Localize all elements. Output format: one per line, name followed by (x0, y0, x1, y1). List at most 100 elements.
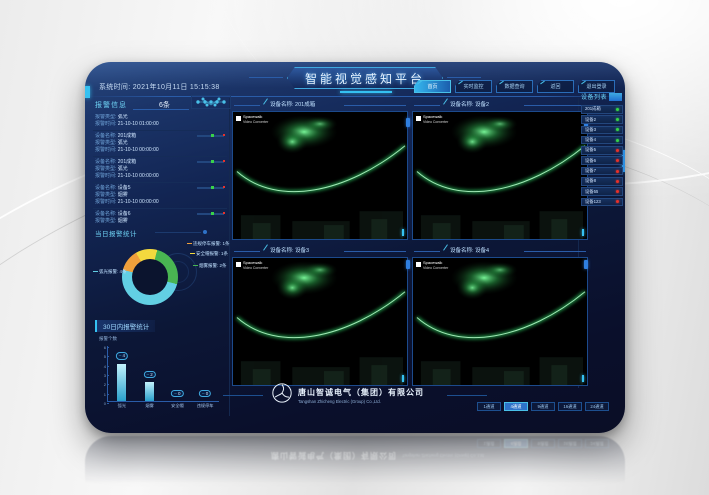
decoration (263, 244, 268, 250)
device-item-201成箱[interactable]: 201成箱 (581, 105, 623, 114)
system-time-label: 系统时间: (99, 84, 130, 91)
device-name: 设备123 (585, 199, 601, 205)
bar-ytick: 4 (98, 364, 106, 369)
channel-button-4通道[interactable]: 4通道 (504, 402, 528, 411)
alarm-slider[interactable] (197, 187, 224, 189)
device-name: 设备6 (585, 158, 596, 164)
alarm-slider[interactable] (197, 213, 224, 215)
alarm-type: 报警类型: 弧光 (95, 114, 225, 121)
donut-label-弧光报警: 弧光报警: 4条 (93, 269, 127, 275)
company-name-cn: 唐山智诚电气（集团）有限公司 (298, 387, 424, 398)
title-decoration (340, 91, 392, 93)
device-list-action-button[interactable] (609, 93, 622, 101)
bar-category: 安全帽 (171, 403, 184, 409)
decoration (447, 395, 487, 396)
title-decoration (249, 77, 283, 78)
channel-button-9通道[interactable]: 9通道 (531, 402, 555, 411)
bar-value: 4 (116, 352, 128, 360)
alarm-card[interactable]: 设备名称: 201成箱报警类型: 弧光报警时间: 21-10-10 01:00:… (93, 114, 227, 131)
video-feed[interactable]: SpacewalkVideo Converter (232, 257, 408, 386)
video-device-name: 设备名称: 201成箱 (270, 100, 315, 108)
alarm-time: 报警时间: 21-10-10 00:00:00 (95, 199, 225, 206)
device-item-设备55[interactable]: 设备55 (581, 187, 623, 196)
today-alarm-donut-chart (122, 249, 178, 305)
alarm-time: 报警时间: 21-10-10 00:00:00 (95, 173, 225, 180)
month-stats-title: 30日内报警统计 (95, 320, 155, 332)
video-tile-header: 设备名称: 201成箱 (232, 98, 408, 111)
alarm-card[interactable]: 设备名称: 设备6报警类型: 烟雾报警时间: 21-10-10 00:00:00 (93, 209, 227, 224)
reflection-company: 唐山智诚电气（集团）有限公司 Tangshan Zhicheng Electri… (271, 450, 485, 461)
bar-category: 烟雾 (145, 403, 153, 409)
device-item-设备5[interactable]: 设备5 (581, 146, 623, 155)
video-tile-header: 设备名称: 设备3 (232, 244, 408, 257)
bar-group-违规停车: 0违规停车 (194, 346, 216, 401)
donut-label-烟雾报警: 烟雾报警: 2条 (193, 263, 227, 269)
device-name: 设备55 (585, 189, 598, 195)
device-item-设备123[interactable]: 设备123 (581, 198, 623, 207)
device-item-设备2[interactable]: 设备2 (581, 115, 623, 124)
decoration (203, 230, 207, 234)
alarm-card[interactable]: 设备名称: 设备5报警类型: 烟雾报警时间: 21-10-10 00:00:00 (93, 183, 227, 209)
today-stats-title: 当日报警统计 (95, 228, 137, 238)
company-footer: 唐山智诚电气（集团）有限公司 Tangshan Zhicheng Electri… (271, 382, 424, 409)
alarm-card[interactable]: 设备名称: 201成箱报警类型: 弧光报警时间: 21-10-10 00:00:… (93, 157, 227, 183)
nav-button-数据查询[interactable]: 数据查询 (496, 80, 533, 93)
channel-button-24通道: 24通道 (585, 439, 609, 448)
device-status-dot (616, 190, 619, 193)
bar-chart-ylabel: 报警个数 (99, 336, 117, 342)
network-nodes-icon (191, 95, 231, 109)
device-item-设备7[interactable]: 设备7 (581, 167, 623, 176)
channel-button-1通道[interactable]: 1通道 (477, 402, 501, 411)
converter-logo-icon (416, 262, 421, 267)
alarm-card[interactable]: 设备名称: 201成箱报警类型: 弧光报警时间: 21-10-10 00:00:… (93, 131, 227, 157)
video-feed[interactable]: SpacewalkVideo Converter (412, 111, 588, 240)
nav-button-实时监控[interactable]: 实时监控 (455, 80, 492, 93)
channel-button-16通道: 16通道 (558, 439, 582, 448)
device-list-title: 设备列表 (581, 92, 607, 101)
device-status-dot (616, 200, 619, 203)
video-feed[interactable]: SpacewalkVideo Converter (232, 111, 408, 240)
video-tile-设备3[interactable]: 设备名称: 设备3 SpacewalkVideo Converter (232, 244, 408, 386)
device-name: 设备8 (585, 178, 596, 184)
bar-ytick: 3 (98, 373, 106, 378)
company-name-en: Tangshan Zhicheng Electric (Group) Co.,L… (298, 399, 424, 404)
desktop-background: { "colors": { "accent_cyan": "#35c1f1", … (0, 0, 709, 495)
corner-accent (402, 229, 405, 236)
device-name: 201成箱 (585, 106, 601, 112)
system-time: 系统时间: 2021年10月11日 15:15:38 (99, 82, 220, 92)
nav-button-首页[interactable]: 首页 (414, 80, 451, 93)
column-divider (229, 98, 230, 416)
video-tile-201成箱[interactable]: 设备名称: 201成箱 SpacewalkVideo Converter (232, 98, 408, 240)
channel-button-4通道: 4通道 (504, 439, 528, 448)
bar-group-烟雾: 2烟雾 (139, 346, 161, 401)
device-item-设备6[interactable]: 设备6 (581, 156, 623, 165)
device-item-设备3[interactable]: 设备3 (581, 126, 623, 135)
bar-ytick: 6 (98, 345, 106, 350)
device-item-设备4[interactable]: 设备4 (581, 136, 623, 145)
alarm-slider[interactable] (197, 161, 224, 163)
alarm-type: 报警类型: 弧光 (95, 140, 225, 147)
reflection-company-cn: 唐山智诚电气（集团）有限公司 (271, 450, 397, 461)
bar-group-安全帽: 0安全帽 (166, 346, 188, 401)
decoration (155, 232, 201, 233)
video-tile-header: 设备名称: 设备2 (412, 98, 588, 111)
device-item-设备8[interactable]: 设备8 (581, 177, 623, 186)
channel-button-24通道[interactable]: 24通道 (585, 402, 609, 411)
donut-label-违规停车报警: 违规停车报警: 1条 (187, 241, 230, 247)
alarm-slider[interactable] (197, 135, 224, 137)
video-feed[interactable]: SpacewalkVideo Converter (412, 257, 588, 386)
frame-connector (584, 260, 588, 269)
video-device-name: 设备名称: 设备3 (270, 246, 309, 254)
video-tile-设备2[interactable]: 设备名称: 设备2 SpacewalkVideo Converter (412, 98, 588, 240)
alarm-type: 报警类型: 弧光 (95, 166, 225, 173)
channel-button-16通道[interactable]: 16通道 (558, 402, 582, 411)
nav-button-返回[interactable]: 返回 (537, 80, 574, 93)
edge-accent (85, 86, 90, 98)
device-status-dot (616, 149, 619, 152)
channel-button-1通道: 1通道 (477, 439, 501, 448)
converter-logo-icon (236, 262, 241, 267)
converter-logo-icon (236, 116, 241, 121)
alarm-time: 报警时间: 21-10-10 01:00:00 (95, 121, 225, 128)
donut-label-安全帽报警: 安全帽报警: 1条 (190, 251, 228, 257)
video-tile-设备4[interactable]: 设备名称: 设备4 SpacewalkVideo Converter (412, 244, 588, 386)
